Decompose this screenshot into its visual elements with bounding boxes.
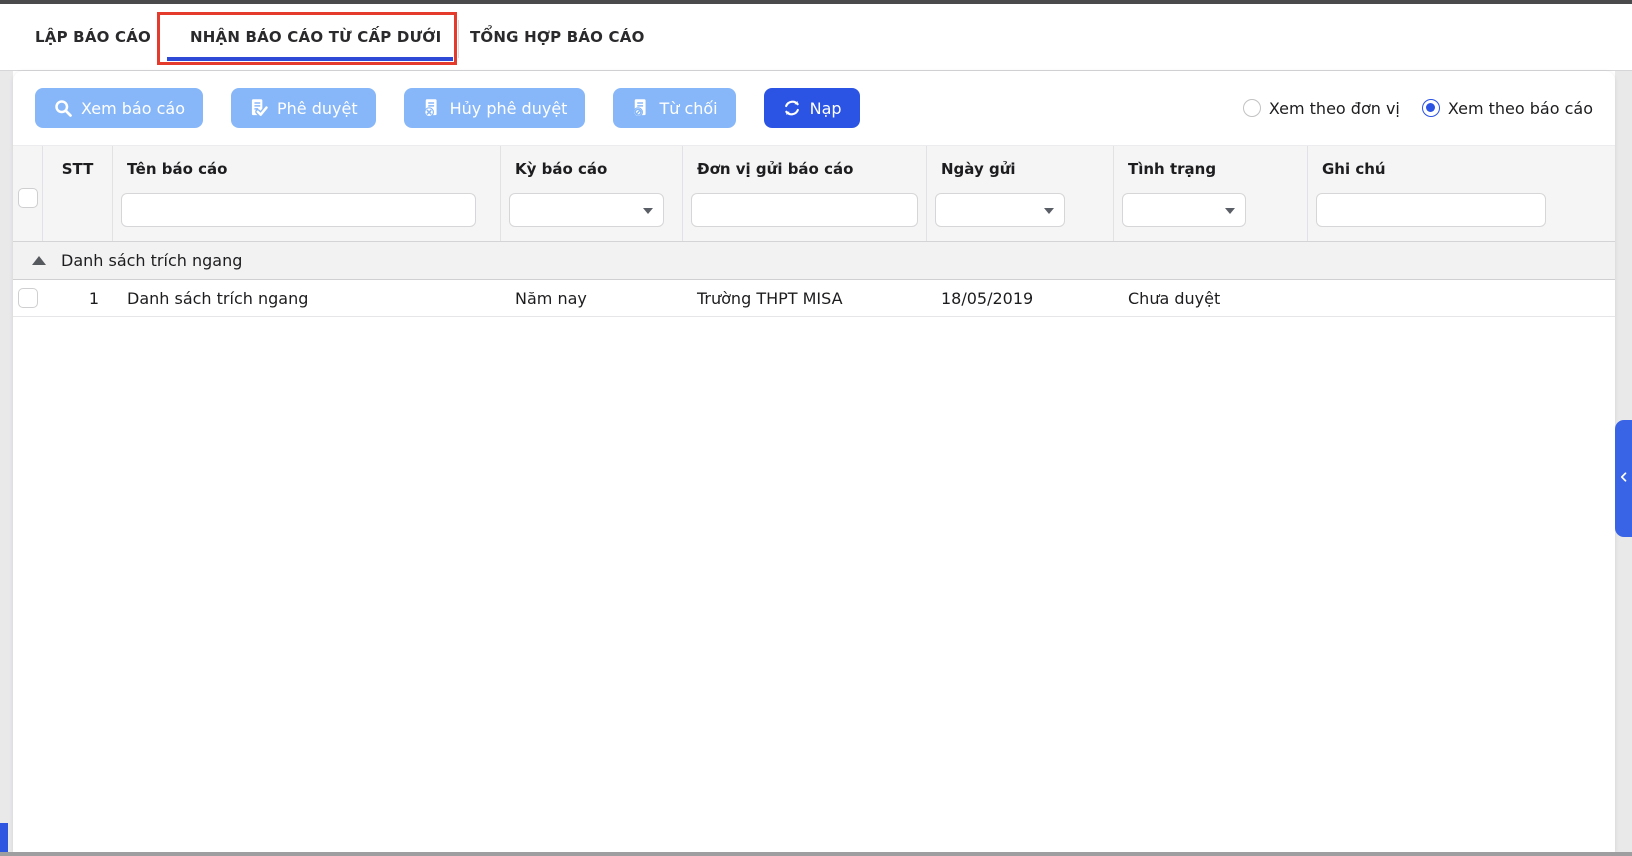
radio-label: Xem theo báo cáo — [1448, 99, 1593, 118]
tab-bar: LẬP BÁO CÁO NHẬN BÁO CÁO TỪ CẤP DƯỚI TỔN… — [0, 4, 1632, 71]
collapse-triangle-icon[interactable] — [32, 256, 46, 265]
cell-stt: 1 — [43, 289, 113, 308]
cell-ten-bao-cao: Danh sách trích ngang — [113, 289, 501, 308]
view-mode-radio-group: Xem theo đơn vị Xem theo báo cáo — [1243, 99, 1593, 118]
cell-tinh-trang: Chưa duyệt — [1114, 289, 1308, 308]
left-gutter — [0, 71, 13, 852]
reject-document-icon — [631, 98, 651, 118]
active-tab-underline — [167, 57, 453, 61]
group-label: Danh sách trích ngang — [61, 251, 242, 270]
column-header-ghi-chu[interactable]: Ghi chú — [1308, 146, 1615, 190]
header-col-ghi-chu: Ghi chú — [1308, 146, 1615, 241]
filter-don-vi-input[interactable] — [691, 193, 918, 227]
header-col-don-vi: Đơn vị gửi báo cáo — [683, 146, 927, 241]
radio-xem-theo-don-vi[interactable]: Xem theo đơn vị — [1243, 99, 1400, 118]
filter-ngay-gui-dropdown[interactable] — [935, 193, 1065, 227]
side-panel-toggle[interactable] — [1615, 420, 1632, 537]
table-header: STT Tên báo cáo Kỳ báo cáo Đơn vị gửi bá… — [13, 145, 1615, 242]
column-header-tinh-trang[interactable]: Tình trạng — [1114, 146, 1307, 190]
tab-separator — [458, 20, 459, 58]
column-header-stt[interactable]: STT — [43, 146, 112, 190]
chevron-down-icon — [1225, 208, 1235, 214]
select-all-checkbox[interactable] — [18, 188, 38, 208]
reject-label: Từ chối — [659, 99, 717, 118]
main-content-card: Xem báo cáo Phê duyệt — [13, 71, 1615, 852]
column-header-don-vi[interactable]: Đơn vị gửi báo cáo — [683, 146, 926, 190]
view-report-button[interactable]: Xem báo cáo — [35, 88, 203, 128]
radio-selected-icon[interactable] — [1422, 99, 1440, 117]
window-bottom-edge — [0, 852, 1632, 856]
radio-unselected-icon[interactable] — [1243, 99, 1261, 117]
column-header-ky-bao-cao[interactable]: Kỳ báo cáo — [501, 146, 682, 190]
chevron-down-icon — [643, 208, 653, 214]
tab-separator — [158, 20, 159, 58]
radio-xem-theo-bao-cao[interactable]: Xem theo báo cáo — [1422, 99, 1593, 118]
header-col-tinh-trang: Tình trạng — [1114, 146, 1308, 241]
empty-table-area — [13, 317, 1615, 852]
unapprove-label: Hủy phê duyệt — [450, 99, 568, 118]
header-col-ky-bao-cao: Kỳ báo cáo — [501, 146, 683, 241]
approve-document-icon — [249, 98, 269, 118]
refresh-icon — [782, 98, 802, 118]
group-row[interactable]: Danh sách trích ngang — [13, 242, 1615, 280]
approve-label: Phê duyệt — [277, 99, 358, 118]
reject-button[interactable]: Từ chối — [613, 88, 735, 128]
chevron-down-icon — [1044, 208, 1054, 214]
header-col-ten-bao-cao: Tên báo cáo — [113, 146, 501, 241]
row-checkbox[interactable] — [18, 288, 38, 308]
tab-tong-hop-bao-cao[interactable]: TỔNG HỢP BÁO CÁO — [470, 4, 645, 70]
tab-lap-bao-cao[interactable]: LẬP BÁO CÁO — [35, 4, 151, 70]
load-button[interactable]: Nạp — [764, 88, 860, 128]
filter-ghi-chu-input[interactable] — [1316, 193, 1546, 227]
search-icon — [53, 98, 73, 118]
bottom-left-accent — [0, 823, 8, 852]
filter-ten-bao-cao-input[interactable] — [121, 193, 476, 227]
unapprove-document-icon — [422, 98, 442, 118]
toolbar: Xem báo cáo Phê duyệt — [13, 71, 1615, 145]
load-label: Nạp — [810, 99, 842, 118]
column-header-ngay-gui[interactable]: Ngày gửi — [927, 146, 1113, 190]
radio-label: Xem theo đơn vị — [1269, 99, 1400, 118]
cell-ky-bao-cao: Năm nay — [501, 289, 683, 308]
cell-ngay-gui: 18/05/2019 — [927, 289, 1114, 308]
header-col-stt: STT — [43, 146, 113, 241]
table-row[interactable]: 1 Danh sách trích ngang Năm nay Trường T… — [13, 280, 1615, 317]
column-header-ten-bao-cao[interactable]: Tên báo cáo — [113, 146, 500, 190]
unapprove-button[interactable]: Hủy phê duyệt — [404, 88, 586, 128]
approve-button[interactable]: Phê duyệt — [231, 88, 376, 128]
filter-ky-bao-cao-dropdown[interactable] — [509, 193, 664, 227]
view-report-label: Xem báo cáo — [81, 99, 185, 118]
filter-tinh-trang-dropdown[interactable] — [1122, 193, 1246, 227]
header-col-ngay-gui: Ngày gửi — [927, 146, 1114, 241]
header-col-checkbox — [13, 146, 43, 241]
cell-don-vi-gui: Trường THPT MISA — [683, 289, 927, 308]
chevron-left-icon — [1618, 469, 1630, 488]
